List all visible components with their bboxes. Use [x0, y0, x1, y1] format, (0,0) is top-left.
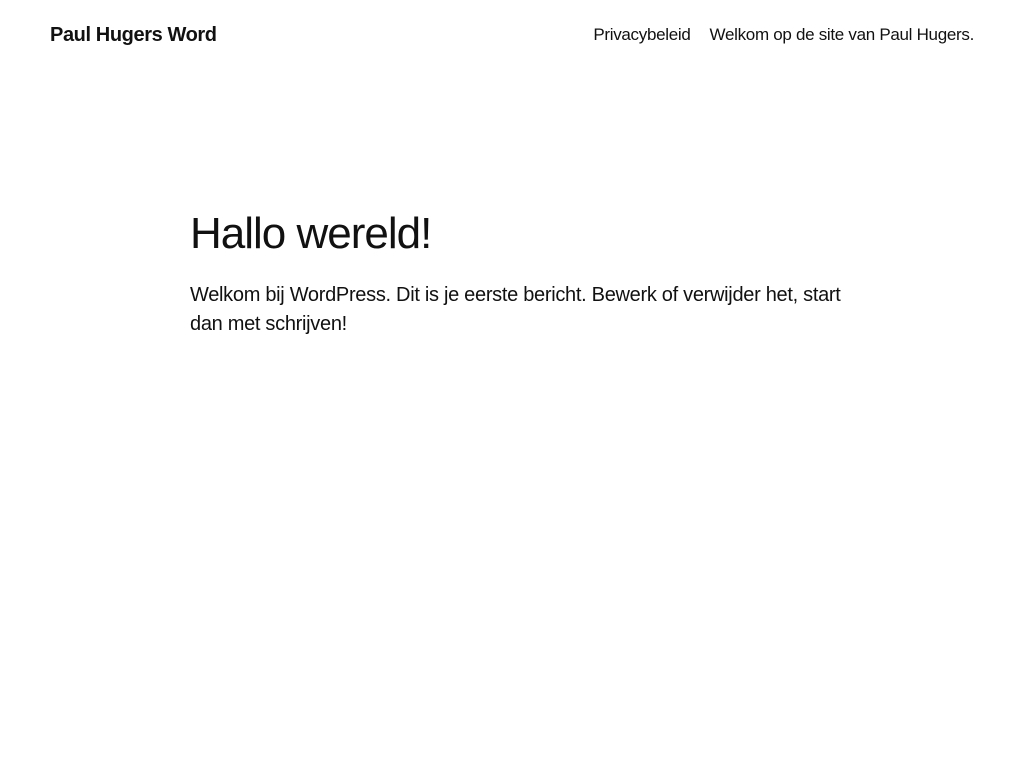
site-title-link[interactable]: Paul Hugers Word	[50, 24, 217, 47]
main-navigation: Privacybeleid Welkom op de site van Paul…	[593, 25, 974, 45]
nav-link-privacybeleid[interactable]: Privacybeleid	[593, 25, 691, 45]
site-header: Paul Hugers Word Privacybeleid Welkom op…	[50, 20, 974, 50]
post-title: Hallo wereld!	[190, 209, 432, 258]
post-article: Hallo wereld! Welkom bij WordPress. Dit …	[190, 204, 850, 339]
post-content: Welkom bij WordPress. Dit is je eerste b…	[190, 284, 841, 335]
nav-link-welkom[interactable]: Welkom op de site van Paul Hugers.	[710, 25, 975, 45]
